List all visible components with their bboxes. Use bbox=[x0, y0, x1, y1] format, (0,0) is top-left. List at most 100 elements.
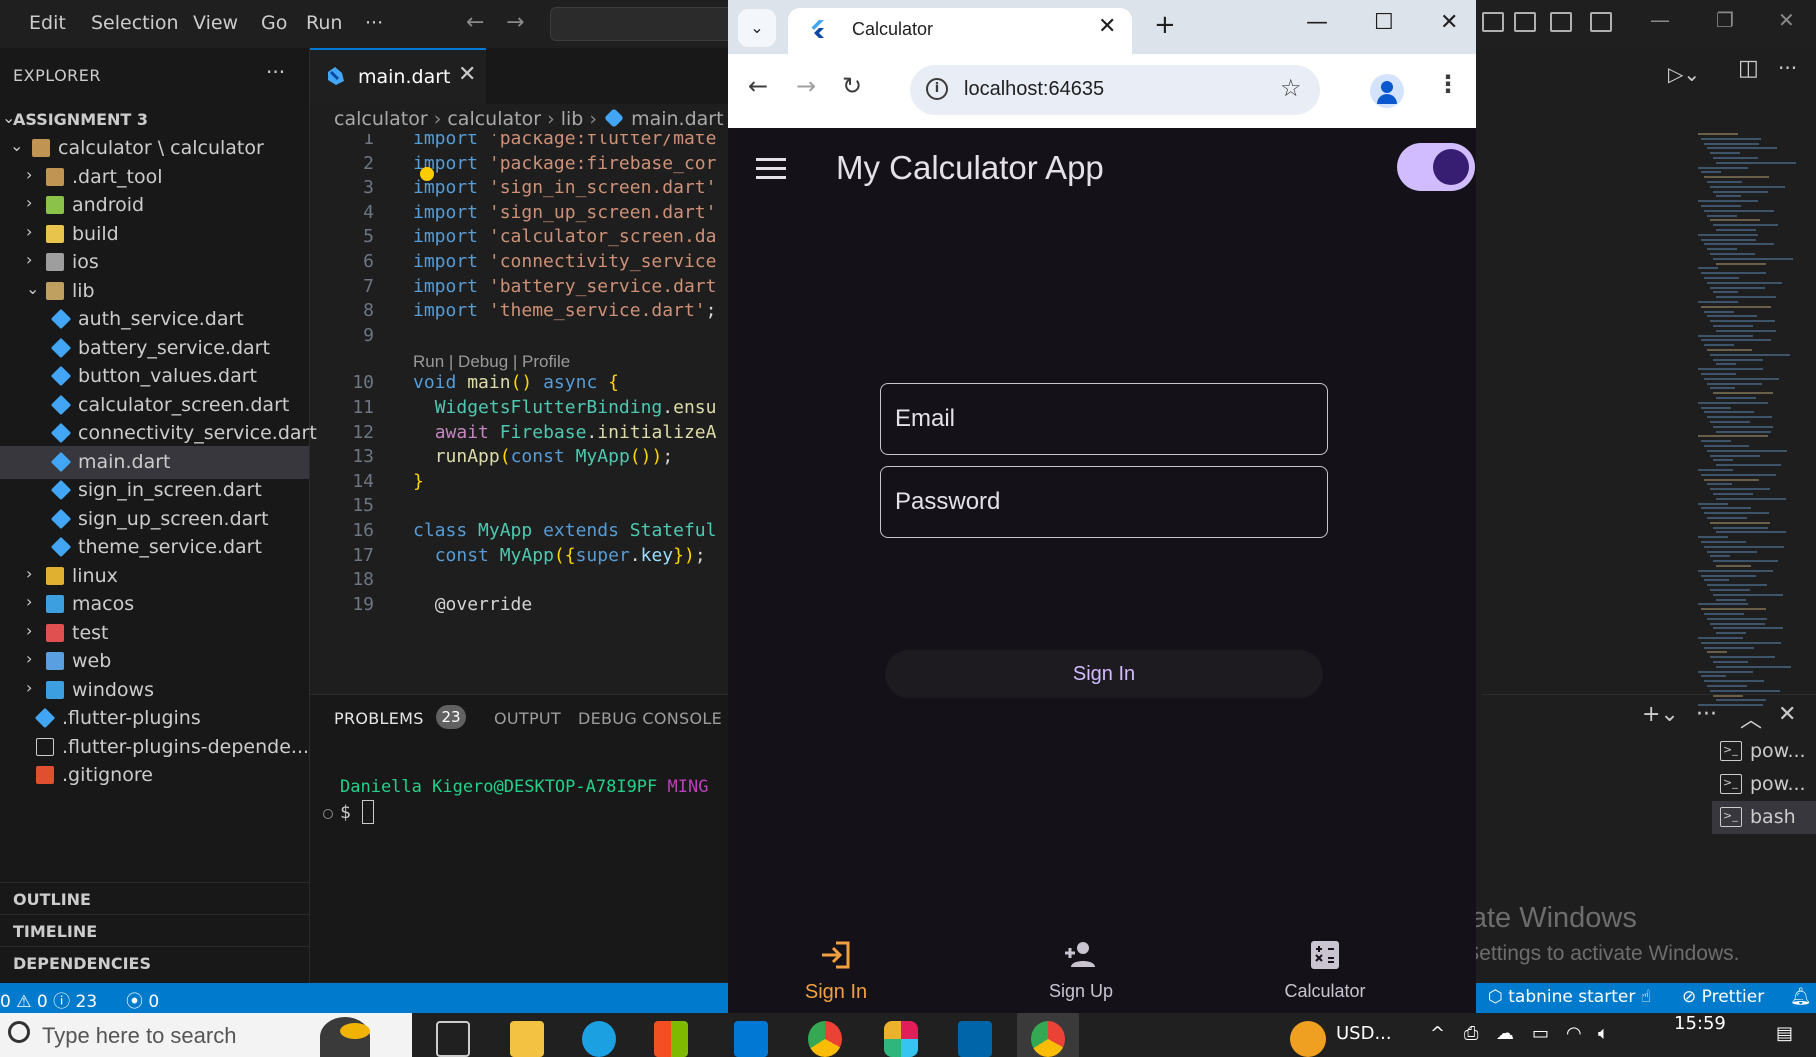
outline-section[interactable]: OUTLINE bbox=[0, 882, 309, 914]
explorer-more-icon[interactable]: ··· bbox=[266, 60, 285, 84]
minimap-line bbox=[1698, 233, 1758, 236]
chrome-taskbar-icon[interactable] bbox=[808, 1021, 842, 1057]
tab-problems[interactable]: PROBLEMS bbox=[334, 709, 424, 728]
tree-file[interactable]: .gitignore bbox=[0, 759, 309, 792]
task-view-icon[interactable] bbox=[436, 1021, 470, 1057]
chrome-maximize-icon[interactable]: ☐ bbox=[1374, 10, 1394, 35]
chrome-reload-icon[interactable]: ↻ bbox=[842, 72, 862, 100]
currency-icon[interactable] bbox=[1290, 1021, 1326, 1057]
chrome-close-icon[interactable]: ✕ bbox=[1440, 10, 1458, 35]
split-editor-icon[interactable]: ◫ bbox=[1738, 56, 1759, 81]
menu-view[interactable]: View bbox=[193, 12, 238, 34]
site-info-icon[interactable]: i bbox=[926, 78, 948, 100]
onedrive-icon[interactable]: ☁ bbox=[1496, 1023, 1514, 1044]
command-center[interactable] bbox=[550, 7, 750, 41]
tab-close-icon[interactable]: ✕ bbox=[458, 62, 476, 87]
timeline-section[interactable]: TIMELINE bbox=[0, 914, 309, 946]
tray-chevron-icon[interactable]: ^ bbox=[1430, 1023, 1445, 1044]
customize-layout-icon[interactable] bbox=[1590, 12, 1612, 32]
breadcrumb-item[interactable]: lib bbox=[561, 108, 584, 130]
toggle-panel-icon[interactable] bbox=[1514, 12, 1536, 32]
minimap[interactable] bbox=[1698, 133, 1808, 733]
breadcrumb-item[interactable]: main.dart bbox=[631, 108, 723, 130]
vscode-taskbar-icon[interactable] bbox=[958, 1021, 992, 1057]
ports-status[interactable]: ⦿ 0 bbox=[126, 987, 159, 1012]
back-arrow-icon[interactable]: ← bbox=[466, 10, 484, 35]
tab-search-chevron-icon[interactable]: ⌄ bbox=[738, 9, 776, 47]
file-explorer-icon[interactable] bbox=[510, 1021, 544, 1057]
store-icon[interactable] bbox=[654, 1021, 688, 1057]
terminal-icon: >_ bbox=[1720, 774, 1742, 794]
volume-icon[interactable]: 🔈︎ bbox=[1598, 1023, 1609, 1044]
calculator-icon bbox=[1311, 941, 1339, 969]
run-debug-icon[interactable]: ▷⌄ bbox=[1668, 62, 1700, 86]
terminal-item-powershell[interactable]: >_ pow... bbox=[1712, 768, 1816, 801]
chrome-menu-icon[interactable]: ⋮ bbox=[1436, 70, 1460, 98]
hamburger-menu-icon[interactable] bbox=[756, 158, 786, 180]
prettier-status[interactable]: ⊘ Prettier bbox=[1682, 987, 1764, 1007]
nav-item-sign-up[interactable]: Sign Up bbox=[1001, 925, 1161, 1013]
clock[interactable]: 15:59 bbox=[1674, 1013, 1726, 1034]
chrome-forward-icon[interactable]: → bbox=[796, 72, 816, 100]
chrome-back-icon[interactable]: ← bbox=[748, 72, 768, 100]
menu-run[interactable]: Run bbox=[306, 12, 342, 34]
menu-go[interactable]: Go bbox=[261, 12, 287, 34]
lightbulb-icon[interactable] bbox=[420, 167, 434, 181]
email-input[interactable] bbox=[881, 384, 1327, 454]
theme-toggle-switch[interactable] bbox=[1397, 143, 1475, 191]
close-icon[interactable]: ✕ bbox=[1778, 8, 1795, 32]
chrome-tab-close-icon[interactable]: ✕ bbox=[1098, 14, 1116, 39]
password-field[interactable] bbox=[880, 466, 1328, 538]
mail-icon[interactable] bbox=[734, 1021, 768, 1057]
chrome-taskbar-active[interactable] bbox=[1017, 1013, 1079, 1057]
new-tab-icon[interactable]: + bbox=[1154, 10, 1176, 40]
notification-center-icon[interactable]: ▤ bbox=[1776, 1023, 1793, 1044]
terminal-item-bash[interactable]: >_ bash bbox=[1712, 801, 1816, 834]
wifi-icon[interactable]: ◠ bbox=[1566, 1023, 1582, 1044]
editor-more-icon[interactable]: ··· bbox=[1778, 56, 1797, 80]
minimap-line bbox=[1707, 248, 1737, 251]
terminal-cursor[interactable] bbox=[362, 800, 374, 824]
minimize-icon[interactable]: — bbox=[1650, 8, 1670, 32]
meet-icon[interactable]: ⎙ bbox=[1464, 1023, 1478, 1044]
tab-debug-console[interactable]: DEBUG CONSOLE bbox=[578, 709, 722, 728]
tree-item-label: main.dart bbox=[78, 450, 171, 473]
bookmark-star-icon[interactable]: ☆ bbox=[1280, 74, 1302, 102]
profile-avatar-icon[interactable] bbox=[1370, 74, 1404, 108]
tab-output[interactable]: OUTPUT bbox=[494, 709, 561, 728]
breadcrumb-item[interactable]: calculator bbox=[334, 108, 428, 130]
battery-icon[interactable]: ▭ bbox=[1532, 1023, 1549, 1044]
notifications-bell-icon[interactable]: 🔔︎ bbox=[1790, 987, 1812, 1007]
line-number: 5 bbox=[363, 226, 374, 248]
breadcrumb-item[interactable]: calculator bbox=[447, 108, 541, 130]
minimap-line bbox=[1701, 675, 1726, 678]
sign-in-button[interactable]: Sign In bbox=[885, 650, 1323, 698]
terminal-item-powershell[interactable]: >_ pow... bbox=[1712, 735, 1816, 768]
edge-icon[interactable] bbox=[582, 1021, 616, 1057]
nav-item-calculator[interactable]: Calculator bbox=[1245, 925, 1405, 1013]
taskbar-search[interactable]: Type here to search bbox=[0, 1013, 412, 1057]
restore-icon[interactable]: ❐ bbox=[1716, 8, 1734, 32]
code-lens[interactable]: Run | Debug | Profile bbox=[413, 352, 570, 372]
chrome-minimize-icon[interactable]: — bbox=[1306, 10, 1328, 35]
code-editor[interactable]: 1 import 'package:flutter/mate 2 import 'pa… bbox=[310, 134, 730, 694]
slack-icon[interactable] bbox=[884, 1021, 918, 1057]
forward-arrow-icon[interactable]: → bbox=[506, 10, 524, 35]
omnibox[interactable]: i localhost:64635 ☆ bbox=[910, 65, 1320, 115]
toggle-sidebar-icon[interactable] bbox=[1482, 12, 1504, 32]
tabnine-status[interactable]: ⬡ tabnine starter ☝ bbox=[1488, 987, 1651, 1007]
menu-edit[interactable]: Edit bbox=[29, 12, 66, 34]
tab-main-dart[interactable]: main.dart ✕ bbox=[310, 48, 486, 104]
minimap-line bbox=[1713, 526, 1768, 529]
menu-selection[interactable]: Selection bbox=[91, 12, 179, 34]
email-field[interactable] bbox=[880, 383, 1328, 455]
dependencies-section[interactable]: DEPENDENCIES bbox=[0, 946, 309, 978]
nav-item-sign-in[interactable]: Sign In bbox=[756, 925, 916, 1013]
menu-more[interactable]: ··· bbox=[365, 12, 383, 34]
problems-status[interactable]: 0 ⚠ 0 ⓘ 23 bbox=[0, 987, 97, 1012]
password-input[interactable] bbox=[881, 467, 1327, 537]
chrome-tab-calculator[interactable]: Calculator ✕ bbox=[788, 8, 1132, 54]
currency-widget[interactable]: USD... bbox=[1336, 1023, 1392, 1044]
toggle-secondary-sidebar-icon[interactable] bbox=[1550, 12, 1572, 32]
minimap-line bbox=[1698, 301, 1738, 303]
